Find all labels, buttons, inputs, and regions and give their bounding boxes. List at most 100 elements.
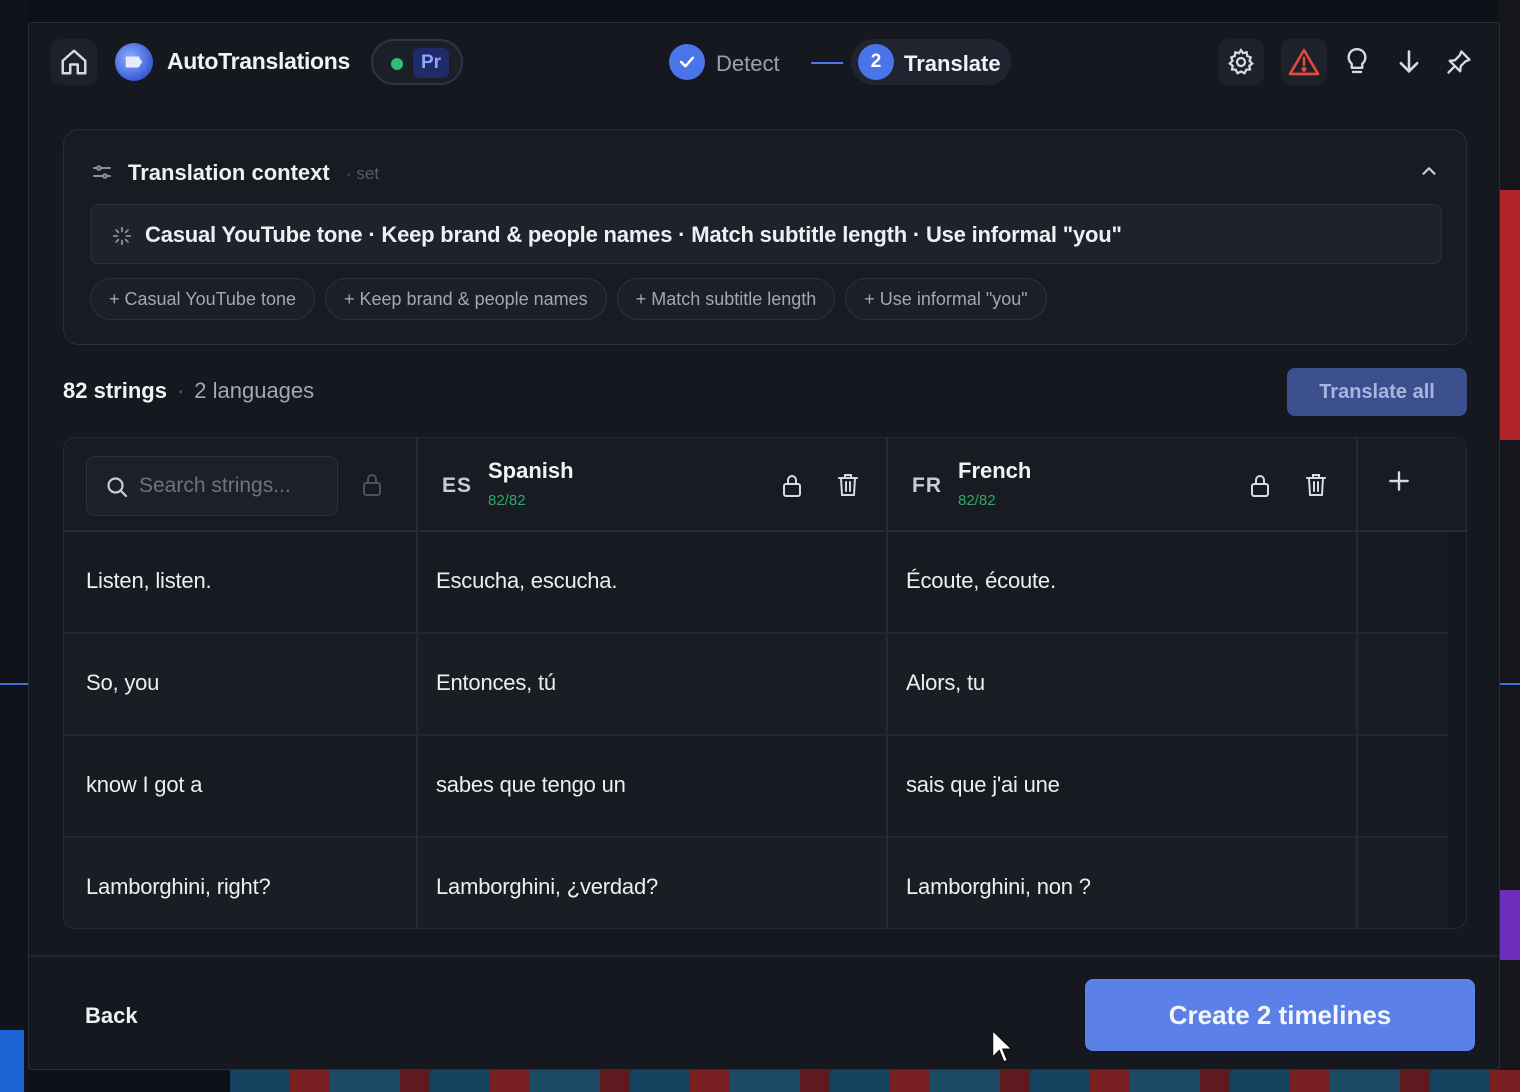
- back-button[interactable]: Back: [85, 1003, 138, 1029]
- context-summary-text: Casual YouTube tone · Keep brand & peopl…: [145, 222, 1122, 247]
- languages-count: 2 languages: [194, 378, 315, 403]
- step-translate[interactable]: 2 Translate: [851, 39, 1011, 85]
- language-code: ES: [442, 474, 473, 497]
- top-bar: AutoTranslations Pr Detect 2 Translate: [29, 23, 1499, 101]
- warnings-button[interactable]: [1281, 39, 1327, 85]
- app-title: AutoTranslations: [167, 48, 351, 74]
- context-status: · set: [346, 164, 380, 183]
- settings-button[interactable]: [1218, 39, 1264, 85]
- step-number: 2: [858, 44, 894, 80]
- source-cell[interactable]: know I got a: [86, 772, 202, 798]
- column-divider: [886, 438, 888, 928]
- step-connector: [811, 62, 843, 64]
- delete-spanish-button[interactable]: [836, 471, 860, 504]
- host-app-pill[interactable]: Pr: [371, 39, 463, 85]
- app-logo: [115, 43, 153, 81]
- language-code: FR: [912, 474, 942, 497]
- timeline-thumbnails: [230, 1070, 1520, 1092]
- source-cell[interactable]: Lamborghini, right?: [86, 874, 271, 900]
- language-progress: 82/82: [488, 492, 526, 509]
- table-header: ES Spanish 82/82 FR French 82/82: [64, 438, 1466, 532]
- pin-button[interactable]: [1436, 39, 1482, 85]
- download-icon: [1399, 50, 1419, 73]
- source-lock-button[interactable]: [360, 472, 384, 503]
- trash-icon: [1306, 474, 1326, 496]
- lock-icon: [1251, 475, 1269, 497]
- lightbulb-icon: [1347, 47, 1367, 74]
- translate-all-button[interactable]: Translate all: [1287, 368, 1467, 416]
- strings-count: 82 strings: [63, 378, 167, 403]
- timeline-clip: [1498, 890, 1520, 960]
- separator: ·: [176, 378, 185, 403]
- table-row: Listen, listen. Escucha, escucha. Écoute…: [64, 532, 1448, 634]
- source-cell[interactable]: Listen, listen.: [86, 568, 212, 594]
- spanish-cell[interactable]: sabes que tengo un: [436, 772, 626, 798]
- lock-french-button[interactable]: [1248, 472, 1272, 505]
- search-input[interactable]: [139, 471, 329, 501]
- french-cell[interactable]: Alors, tu: [906, 670, 985, 696]
- video-preview-fragment: [1498, 190, 1520, 440]
- spanish-cell[interactable]: Escucha, escucha.: [436, 568, 617, 594]
- footer-divider: [29, 955, 1499, 957]
- chip-match-subtitle-length[interactable]: + Match subtitle length: [616, 278, 836, 320]
- sparkle-icon: [111, 225, 133, 252]
- column-divider: [416, 438, 418, 928]
- search-box[interactable]: [86, 456, 338, 516]
- chip-informal-you[interactable]: + Use informal "you": [845, 278, 1047, 320]
- language-progress: 82/82: [958, 492, 996, 509]
- chip-keep-names[interactable]: + Keep brand & people names: [325, 278, 607, 320]
- autotranslations-panel: AutoTranslations Pr Detect 2 Translate T…: [28, 22, 1500, 1070]
- settings-icon: [1228, 48, 1254, 75]
- background-editor-left: [0, 0, 28, 1092]
- spanish-cell[interactable]: Lamborghini, ¿verdad?: [436, 874, 658, 900]
- table-row: So, you Entonces, tú Alors, tu: [64, 634, 1448, 736]
- lock-spanish-button[interactable]: [780, 472, 804, 505]
- column-french: FR French 82/82: [888, 438, 1356, 530]
- column-divider: [1356, 438, 1358, 928]
- context-summary-field[interactable]: Casual YouTube tone · Keep brand & peopl…: [90, 204, 1442, 264]
- lock-icon: [363, 474, 381, 496]
- french-cell[interactable]: Écoute, écoute.: [906, 568, 1056, 594]
- lock-icon: [783, 475, 801, 497]
- context-title: Translation context: [128, 160, 330, 185]
- french-cell[interactable]: Lamborghini, non ?: [906, 874, 1091, 900]
- language-name: Spanish: [488, 458, 574, 483]
- timeline-playhead-line: [0, 683, 28, 685]
- collapse-button[interactable]: [1418, 160, 1440, 187]
- tips-button[interactable]: [1334, 39, 1380, 85]
- download-button[interactable]: [1386, 39, 1432, 85]
- home-icon: [61, 49, 87, 75]
- step-detect[interactable]: [669, 44, 705, 80]
- home-button[interactable]: [51, 39, 97, 85]
- background-editor-right: [1498, 0, 1520, 1092]
- translation-context-card: Translation context · set Casual YouTube…: [63, 129, 1467, 345]
- connection-status-dot: [391, 58, 403, 70]
- timeline-playhead-line: [1498, 683, 1520, 685]
- context-suggestion-chips: + Casual YouTube tone + Keep brand & peo…: [90, 278, 1047, 320]
- delete-french-button[interactable]: [1304, 471, 1328, 504]
- mouse-cursor-icon: [991, 1028, 1015, 1070]
- spanish-cell[interactable]: Entonces, tú: [436, 670, 556, 696]
- step-detect-label: Detect: [716, 51, 780, 76]
- trash-icon: [838, 474, 858, 496]
- table-row: Lamborghini, right? Lamborghini, ¿verdad…: [64, 838, 1448, 928]
- warning-icon: [1288, 48, 1320, 76]
- chevron-up-icon: [1422, 167, 1436, 175]
- check-icon: [679, 56, 695, 68]
- french-cell[interactable]: sais que j'ai une: [906, 772, 1060, 798]
- timeline-clip: [0, 1030, 24, 1092]
- create-timelines-button[interactable]: Create 2 timelines: [1085, 979, 1475, 1051]
- premiere-badge: Pr: [413, 48, 449, 78]
- source-cell[interactable]: So, you: [86, 670, 159, 696]
- add-language-button[interactable]: [1386, 468, 1412, 499]
- string-counts: 82 strings · 2 languages: [63, 378, 314, 404]
- column-spanish: ES Spanish 82/82: [418, 438, 888, 530]
- step-indicator: Detect 2 Translate: [669, 39, 1011, 85]
- logo-icon: [125, 56, 143, 68]
- table-row: know I got a sabes que tengo un sais que…: [64, 736, 1448, 838]
- step-translate-label: Translate: [904, 51, 1001, 76]
- search-icon: [105, 475, 129, 504]
- translations-table: ES Spanish 82/82 FR French 82/82: [63, 437, 1467, 929]
- sliders-icon: [90, 160, 114, 189]
- chip-casual-youtube-tone[interactable]: + Casual YouTube tone: [90, 278, 315, 320]
